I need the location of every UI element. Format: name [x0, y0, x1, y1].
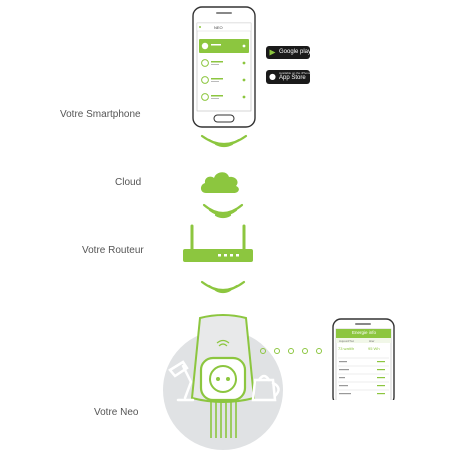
wifi-waves-icon [200, 134, 248, 148]
right-phone-col2: Hier [369, 339, 375, 343]
connection-dot [288, 348, 294, 354]
label-smartphone: Votre Smartphone [60, 109, 141, 120]
label-cloud: Cloud [115, 177, 142, 188]
wifi-waves-icon [200, 280, 246, 294]
apple-icon: ● [269, 72, 276, 81]
app-store-label: App Store [279, 75, 306, 81]
google-play-badge[interactable]: Google play [266, 46, 312, 59]
right-phone-title: Energie info [352, 330, 377, 335]
router-icon [183, 224, 253, 262]
google-play-icon [269, 49, 276, 56]
phone-top-title: NEO [214, 25, 223, 30]
app-store-badge[interactable]: ● Available on the iPhone App Store [266, 70, 310, 84]
smartphone-top [192, 6, 256, 128]
right-phone-value-1: 73 watt/h [338, 346, 355, 351]
google-play-label: Google play [279, 49, 312, 55]
right-phone-col1: Aujourd'hui [339, 339, 354, 343]
connection-dot [302, 348, 308, 354]
label-router: Votre Routeur [82, 245, 144, 256]
connection-dot [274, 348, 280, 354]
cloud-icon [200, 172, 239, 193]
label-neo: Votre Neo [94, 407, 139, 418]
connection-dot [260, 348, 266, 354]
connection-dot [316, 348, 322, 354]
neo-illustration [163, 314, 283, 450]
right-phone-value-2: 95 Wh [368, 346, 380, 351]
